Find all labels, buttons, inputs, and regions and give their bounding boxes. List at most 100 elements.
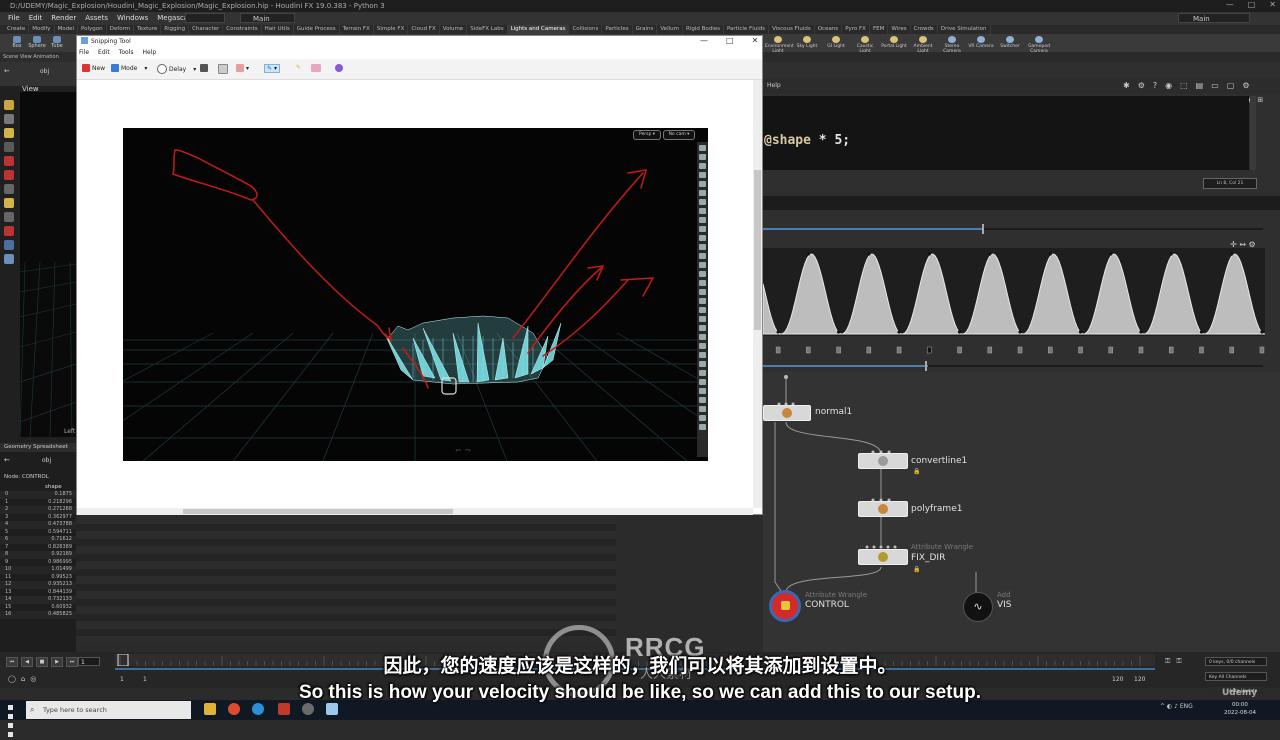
snip-save-button[interactable] [200,64,208,72]
shelf-tab[interactable]: Guide Process [294,25,340,34]
spreadsheet-row[interactable]: 2 0.271268 [0,506,76,514]
file-explorer-icon[interactable] [204,703,216,715]
menu-windows[interactable]: Windows [117,12,148,25]
shelf-tab[interactable]: Terrain FX [340,25,374,34]
lock-icon[interactable]: 🔒 [913,468,920,475]
geometry-spreadsheet-tab[interactable]: Geometry Spreadsheet [0,443,76,452]
node-polyframe1[interactable] [858,501,908,517]
snip-copy-button[interactable] [218,64,228,74]
3d-viewport[interactable] [20,92,76,437]
spreadsheet-row[interactable]: 10 1.01499 [0,566,76,574]
pose-tool-icon[interactable] [4,170,14,180]
ramp-key-marker[interactable] [927,346,932,354]
ramp-key-marker[interactable] [1078,346,1083,354]
node-control[interactable] [769,590,801,622]
shelf-tab[interactable]: Deform [107,25,135,34]
node-name-vis[interactable]: VIS [997,600,1012,610]
shelf-light-tool[interactable]: GI Light [823,36,849,49]
snip-maximize-button[interactable]: □ [726,36,734,45]
menu-render[interactable]: Render [51,12,76,25]
shelf-light-tool[interactable]: Switcher [997,36,1023,49]
lock-icon[interactable]: 🔒 [913,566,920,573]
scene-view-tabs[interactable]: Scene View Animation [0,52,76,62]
snip-highlighter-button[interactable]: ✎ [296,64,301,71]
shelf-tab[interactable]: Particle Fluids [724,25,770,34]
position-slider[interactable] [763,361,928,371]
parameter-tool-icons[interactable]: ✱⚙?◉⬚▤▭▢⚙ [1123,81,1258,90]
parameter-slider[interactable] [763,224,1263,234]
ramp-point[interactable] [806,252,810,256]
ramp-point[interactable] [1199,330,1204,334]
shelf-tab[interactable]: SideFX Labs [467,25,508,34]
spreadsheet-row[interactable]: 6 0.71612 [0,536,76,544]
shelf-sphere-tool[interactable]: Sphere [26,36,48,50]
shelf-tab[interactable]: Crowds [911,25,938,34]
shelf-tab[interactable]: Drive Simulation [938,25,991,34]
shelf-tab[interactable]: FEM [870,25,889,34]
menu-assets[interactable]: Assets [85,12,108,25]
snip-minimize-button[interactable]: — [700,36,708,45]
desktop-selector[interactable]: Main [1178,13,1250,23]
windows-start-icon[interactable] [8,704,19,737]
shelf-tab[interactable]: Volume [440,25,468,34]
node-fix-dir[interactable] [858,549,908,565]
snip-menu-file[interactable]: File [79,49,89,56]
build-selector[interactable] [185,13,225,23]
minimize-button[interactable]: — [1226,0,1234,12]
node-normal1[interactable] [763,405,811,421]
back-arrow-icon[interactable]: ← [4,67,10,75]
shelf-light-tool[interactable]: VR Camera [968,36,994,49]
system-tray[interactable]: ^ ◐ ♪ ENG [1160,703,1193,710]
ramp-keys[interactable] [763,337,1265,359]
camera-tool-icon[interactable] [4,254,14,264]
node-vis[interactable]: ∿ [963,592,993,622]
spreadsheet-row[interactable]: 8 0.92189 [0,551,76,559]
snip-pen-button[interactable]: ✎ ▾ [264,64,281,73]
shelf-tab[interactable]: Simple FX [374,25,409,34]
shelf-tab[interactable]: Vellum [657,25,683,34]
ramp-key-marker[interactable] [1108,346,1114,354]
ramp-point[interactable] [1139,330,1143,334]
snip-mode-button[interactable]: Mode ▾ [111,64,147,72]
shelf-tab[interactable]: Grains [633,25,658,34]
ramp-point[interactable] [776,330,780,334]
scale-tool-icon[interactable] [4,142,14,152]
ramp-editor[interactable] [762,248,1266,336]
chrome-icon[interactable] [228,703,240,715]
shelf-tube-tool[interactable]: Tube [46,36,68,50]
ramp-key-marker[interactable] [1138,346,1144,354]
node-name-normal1[interactable]: normal1 [815,407,852,417]
snipping-taskbar-icon[interactable] [326,703,338,715]
spreadsheet-row[interactable]: 13 0.844139 [0,589,76,597]
ramp-key-marker[interactable] [1259,346,1265,354]
snip-menu-edit[interactable]: Edit [98,49,110,56]
shelf-tab[interactable]: Cloud FX [408,25,440,34]
snip-new-button[interactable]: New [82,64,105,72]
spreadsheet-row[interactable]: 1 0.218296 [0,499,76,507]
snip-menu-help[interactable]: Help [142,49,156,56]
ramp-key-marker[interactable] [806,346,811,354]
spreadsheet-row[interactable]: 5 0.594711 [0,529,76,537]
snip-vertical-scroll-thumb[interactable] [754,170,761,330]
ramp-key-marker[interactable] [957,346,962,354]
magnet-tool-icon[interactable] [4,226,14,236]
viewer-path[interactable]: obj [40,68,49,75]
ramp-point[interactable] [897,330,901,334]
shelf-tab[interactable]: Collisions [569,25,603,34]
ramp-key-marker[interactable] [1229,346,1234,354]
ramp-point[interactable] [1048,252,1052,256]
column-header-shape[interactable]: shape [45,484,62,490]
close-button[interactable]: ✕ [1269,0,1276,12]
snip-menu-tools[interactable]: Tools [119,49,134,56]
shelf-tab[interactable]: Create [4,25,30,34]
shelf-tab[interactable]: Rigid Bodies [683,25,724,34]
ramp-key-marker[interactable] [1169,346,1174,354]
spreadsheet-row[interactable]: 11 0.99523 [0,574,76,582]
ramp-key-marker[interactable] [1017,346,1023,354]
rotate-tool-icon[interactable] [4,128,14,138]
ramp-point[interactable] [1018,330,1022,334]
spreadsheet-row[interactable]: 14 0.732133 [0,596,76,604]
shelf-light-tool[interactable]: Sky Light [794,36,820,49]
language-indicator[interactable]: ENG [1180,703,1193,710]
ramp-point[interactable] [837,330,841,334]
